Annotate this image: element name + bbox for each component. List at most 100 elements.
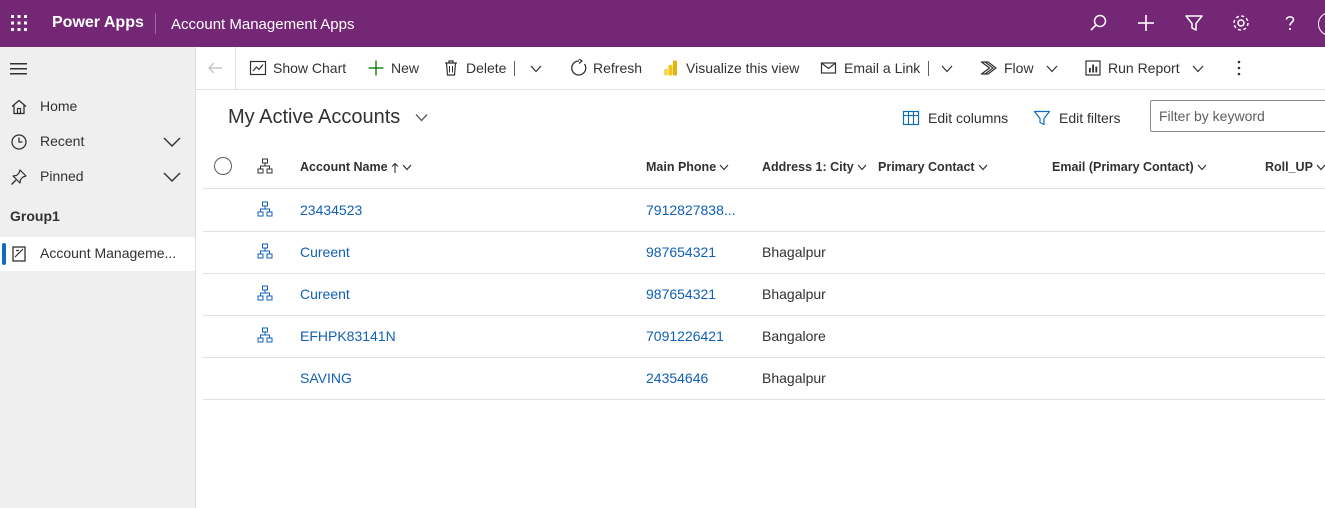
edit-filters-label: Edit filters: [1059, 110, 1121, 126]
filter-by-keyword: [1150, 100, 1325, 132]
city-cell: Bhagalpur: [762, 244, 826, 260]
new-label: New: [391, 60, 420, 76]
table-row[interactable]: Cureent 987654321 Bhagalpur: [203, 273, 1325, 316]
chevron-down-icon[interactable]: [530, 65, 542, 73]
column-header-main-phone[interactable]: Main Phone: [646, 160, 729, 174]
chevron-down-icon[interactable]: [163, 171, 181, 183]
clock-icon: [11, 134, 27, 150]
sidebar-item-pinned[interactable]: Pinned: [0, 160, 195, 194]
sidebar-item-account-management[interactable]: Account Manageme...: [0, 237, 195, 271]
main-phone-link[interactable]: 987654321: [646, 286, 716, 302]
brand-name[interactable]: Power Apps: [52, 14, 144, 32]
more-options-icon[interactable]: [1235, 59, 1243, 77]
delete-label: Delete: [466, 60, 507, 76]
help-icon[interactable]: [1280, 13, 1300, 33]
table-row[interactable]: 23434523 7912827838...: [203, 189, 1325, 232]
column-label: Primary Contact: [878, 160, 975, 174]
active-indicator: [2, 243, 6, 265]
table-row[interactable]: EFHPK83141N 7091226421 Bangalore: [203, 315, 1325, 358]
email-link-label: Email a Link: [844, 60, 921, 76]
account-name-link[interactable]: SAVING: [300, 370, 352, 386]
chevron-down-icon: [857, 164, 867, 171]
table-row[interactable]: Cureent 987654321 Bhagalpur: [203, 231, 1325, 274]
run-report-label: Run Report: [1108, 60, 1180, 76]
account-name-link[interactable]: Cureent: [300, 286, 350, 302]
hierarchy-icon[interactable]: [257, 201, 273, 217]
chevron-down-icon[interactable]: [1046, 65, 1058, 73]
column-header-roll-up[interactable]: Roll_UP: [1265, 160, 1325, 174]
sort-ascending-icon: [391, 162, 398, 173]
column-header-account-name[interactable]: Account Name: [300, 160, 412, 174]
account-name-link[interactable]: Cureent: [300, 244, 350, 260]
user-avatar[interactable]: [1318, 12, 1325, 36]
plus-icon[interactable]: [1136, 13, 1156, 33]
chart-icon: [249, 60, 267, 76]
chevron-down-icon: [719, 164, 729, 171]
chevron-down-icon[interactable]: [163, 136, 181, 148]
chevron-down-icon: [1197, 164, 1207, 171]
chevron-down-icon: [1316, 164, 1325, 171]
hierarchy-icon: [257, 158, 273, 174]
show-chart-label: Show Chart: [273, 60, 347, 76]
hierarchy-icon[interactable]: [257, 327, 273, 343]
column-header-email[interactable]: Email (Primary Contact): [1052, 160, 1207, 174]
flow-button[interactable]: Flow: [980, 58, 1040, 78]
table-row[interactable]: SAVING 24354646 Bhagalpur: [203, 357, 1325, 400]
run-report-button[interactable]: Run Report: [1084, 58, 1184, 78]
account-name-link[interactable]: 23434523: [300, 202, 362, 218]
view-selector[interactable]: My Active Accounts: [228, 106, 400, 129]
chevron-down-icon[interactable]: [415, 113, 428, 122]
account-name-link[interactable]: EFHPK83141N: [300, 328, 396, 344]
column-label: Roll_UP: [1265, 160, 1313, 174]
divider: [155, 13, 156, 34]
sidebar-item-label: Recent: [40, 133, 85, 149]
main-phone-link[interactable]: 7091226421: [646, 328, 724, 344]
app-launcher-icon[interactable]: [11, 15, 27, 31]
settings-gear-icon[interactable]: [1231, 13, 1251, 33]
email-link-button[interactable]: Email a Link: [820, 58, 921, 78]
show-chart-button[interactable]: Show Chart: [249, 58, 347, 78]
sidebar-group-title: Group1: [10, 208, 60, 224]
sidebar-item-home[interactable]: Home: [0, 90, 195, 124]
city-cell: Bhagalpur: [762, 370, 826, 386]
city-cell: Bhagalpur: [762, 286, 826, 302]
main-phone-link[interactable]: 24354646: [646, 370, 708, 386]
main-phone-link[interactable]: 7912827838...: [646, 202, 736, 218]
top-bar: Power Apps Account Management Apps: [0, 0, 1325, 47]
sidebar-item-label: Home: [40, 98, 78, 114]
visualize-label: Visualize this view: [686, 60, 800, 76]
city-cell: Bangalore: [762, 328, 826, 344]
hierarchy-icon[interactable]: [257, 285, 273, 301]
column-header-city[interactable]: Address 1: City: [762, 160, 867, 174]
flow-icon: [980, 61, 997, 75]
sidebar-item-label: Account Manageme...: [40, 245, 177, 261]
report-icon: [1085, 60, 1101, 76]
select-all-radio[interactable]: [214, 157, 232, 175]
hierarchy-icon[interactable]: [257, 243, 273, 259]
divider: [235, 47, 236, 89]
refresh-button[interactable]: Refresh: [570, 58, 642, 78]
chevron-down-icon: [978, 164, 988, 171]
entity-form-icon: [12, 246, 26, 262]
pin-icon: [11, 169, 27, 185]
edit-columns-label: Edit columns: [928, 110, 1009, 126]
column-label: Main Phone: [646, 160, 717, 174]
sidebar-item-recent[interactable]: Recent: [0, 125, 195, 159]
app-title[interactable]: Account Management Apps: [171, 16, 354, 33]
filter-keyword-input[interactable]: [1157, 101, 1321, 131]
search-icon[interactable]: [1088, 13, 1108, 33]
flow-label: Flow: [1004, 60, 1034, 76]
new-button[interactable]: New: [367, 58, 421, 78]
chevron-down-icon[interactable]: [1192, 65, 1204, 73]
filter-icon: [1033, 110, 1051, 126]
back-arrow-icon[interactable]: [206, 59, 224, 77]
visualize-view-button[interactable]: Visualize this view: [662, 58, 800, 78]
chevron-down-icon[interactable]: [941, 65, 953, 73]
delete-button[interactable]: Delete: [442, 58, 508, 78]
hamburger-menu-icon[interactable]: [10, 62, 27, 76]
divider: [514, 61, 515, 76]
column-header-primary-contact[interactable]: Primary Contact: [878, 160, 988, 174]
filter-icon[interactable]: [1184, 13, 1204, 33]
column-label: Address 1: City: [762, 160, 854, 174]
main-phone-link[interactable]: 987654321: [646, 244, 716, 260]
